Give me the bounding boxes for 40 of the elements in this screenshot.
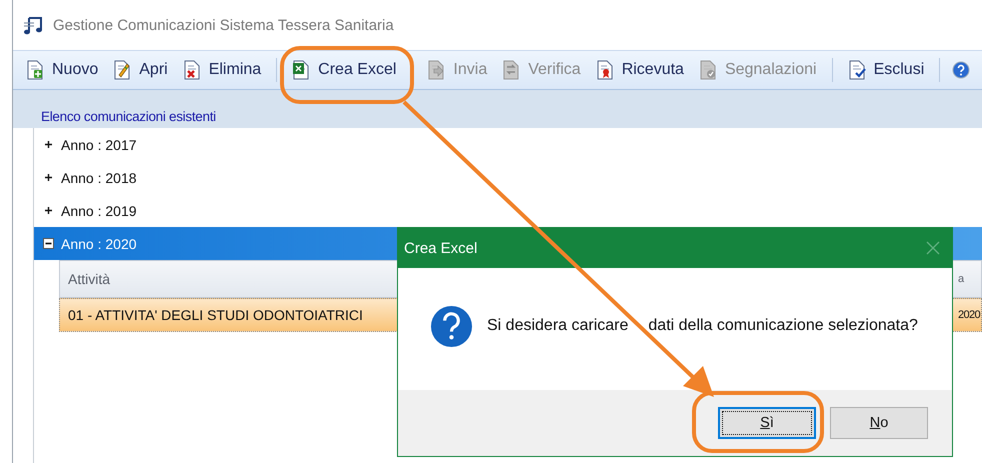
column-header[interactable]: a <box>958 261 981 297</box>
music-note-icon <box>23 14 45 36</box>
node-label: Anno : 2017 <box>61 136 137 152</box>
document-icon <box>698 60 717 80</box>
document-icon <box>596 60 614 80</box>
window-title: Gestione Comunicazioni Sistema Tessera Sanitaria <box>53 16 394 34</box>
dialog-message: Si desidera caricare <box>487 317 628 335</box>
document-icon <box>182 60 201 80</box>
document-icon <box>292 60 310 80</box>
toolbar-button[interactable]: Esclusi <box>844 58 928 82</box>
dialog-button[interactable]: No <box>830 407 928 439</box>
table-cell-text: 2020 <box>958 308 981 323</box>
node-label: Anno : 2020 <box>61 236 137 252</box>
toolbar-button[interactable]: Nuovo <box>23 58 102 82</box>
document-icon <box>848 60 866 80</box>
dialog-message: dati della comunicazione selezionata? <box>648 317 918 335</box>
table-cell-text: 01 - ATTIVITA' DEGLI STUDI ODONTOIATRICI <box>67 306 364 325</box>
dialog-button[interactable]: Sì <box>718 407 816 439</box>
expand-icon[interactable] <box>43 172 54 183</box>
toolbar-button[interactable]: Crea Excel <box>289 58 400 82</box>
document-icon <box>113 60 132 80</box>
panel-title: Elenco comunicazioni esistenti <box>41 109 216 124</box>
node-label: Anno : 2019 <box>61 202 137 218</box>
tree-node[interactable]: Anno : 2018 <box>34 161 982 194</box>
toolbar-button[interactable]: Elimina <box>180 58 264 82</box>
expand-icon[interactable] <box>43 205 54 216</box>
toolbar-button[interactable]: Apri <box>110 58 171 82</box>
toolbar-button[interactable]: Ricevuta <box>592 58 687 82</box>
column-header[interactable]: Attività <box>60 261 400 297</box>
expand-icon[interactable] <box>43 139 54 150</box>
tree-node[interactable]: Anno : 2019 <box>34 194 982 227</box>
document-icon <box>427 60 446 80</box>
node-label: Anno : 2018 <box>61 170 137 186</box>
document-icon <box>502 60 520 80</box>
collapse-icon[interactable] <box>43 238 54 249</box>
document-icon <box>26 60 44 80</box>
tree-node[interactable]: Anno : 2017 <box>34 128 982 161</box>
question-icon <box>430 304 473 348</box>
help-icon[interactable] <box>952 61 970 79</box>
dialog-title: Crea Excel <box>404 240 478 256</box>
